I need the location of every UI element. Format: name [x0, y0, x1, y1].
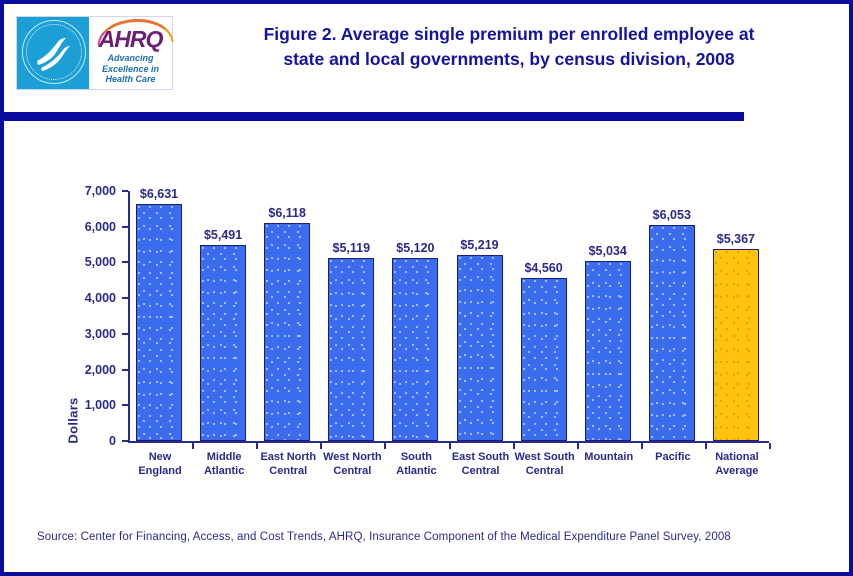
- bar-chart: Dollars 0 1,000 2,000 3,000 4,000 5,000 6,000 7…: [4, 129, 849, 509]
- y-tick-label: 7,000: [84, 184, 116, 198]
- y-tick-label: 3,000: [84, 326, 116, 341]
- x-tick-mark: [448, 443, 451, 449]
- bar-value-label: $5,367: [716, 232, 755, 247]
- plot-area: $6,631 $5,491 $6,118 $5,119 $5,120 $5,219 $4,5…: [128, 187, 769, 441]
- category-label-line: National: [715, 451, 759, 463]
- ahrq-logo: AHRQ Advancing Excellence in Health Care: [16, 16, 174, 90]
- ahrq-tagline: Advancing Excellence in Health Care: [89, 53, 172, 85]
- header-divider-bar: [4, 112, 744, 121]
- ahrq-wordmark-block: AHRQ Advancing Excellence in Health Care: [89, 17, 174, 89]
- bar-value-label: $6,053: [652, 207, 691, 222]
- bar[interactable]: [456, 254, 503, 441]
- bar-slot: $6,118: [256, 191, 320, 441]
- bar-value-label: $5,491: [203, 227, 243, 242]
- bar-slot: $5,491: [192, 191, 256, 441]
- bar-value-label: $6,631: [139, 187, 179, 202]
- bar[interactable]: [136, 204, 182, 441]
- bar[interactable]: [328, 258, 375, 441]
- x-tick-mark: [320, 443, 323, 449]
- x-tick-mark: [769, 443, 771, 449]
- x-tick-mark: [384, 443, 387, 449]
- bar-slot: $5,120: [384, 191, 448, 441]
- x-axis-category-label: National Average: [697, 451, 777, 478]
- bar[interactable]: [200, 244, 247, 441]
- x-tick-mark: [256, 443, 259, 449]
- ahrq-wordmark: AHRQ: [98, 26, 164, 52]
- y-tick-label: 4,000: [84, 291, 116, 306]
- bar[interactable]: [520, 278, 567, 441]
- y-tick-label: 0: [109, 434, 116, 448]
- header: AHRQ Advancing Excellence in Health Care…: [4, 4, 849, 100]
- bar-slot: $5,219: [449, 191, 513, 441]
- bar-slot: $6,053: [641, 191, 705, 441]
- x-tick-mark: [640, 443, 643, 449]
- bar[interactable]: [264, 222, 311, 441]
- source-note: Source: Center for Financing, Access, an…: [37, 531, 731, 543]
- bar-value-label: $6,118: [268, 205, 306, 220]
- category-label-line: Average: [715, 464, 759, 477]
- y-axis-title: Dollars: [65, 397, 81, 444]
- x-tick-mark: [576, 443, 579, 449]
- bar[interactable]: [712, 249, 759, 441]
- hhs-seal-icon: [17, 17, 89, 89]
- figure-title-line1: Figure 2. Average single premium per enr…: [263, 24, 755, 44]
- bar-value-label: $5,219: [460, 237, 499, 252]
- figure-title-line2: state and local governments, by census d…: [283, 49, 735, 69]
- x-tick-mark: [512, 443, 515, 449]
- y-tick-label: 6,000: [84, 219, 116, 234]
- bar-value-label: $4,560: [524, 261, 563, 276]
- bar-slot: $5,034: [577, 191, 641, 441]
- y-tick-label: 1,000: [84, 398, 116, 413]
- x-tick-mark: [704, 443, 707, 449]
- bar-slot: $4,560: [513, 191, 577, 441]
- hhs-bird-icon: [37, 38, 70, 71]
- bar-slot: $5,367: [705, 191, 769, 441]
- bar-value-label: $5,034: [588, 244, 627, 259]
- category-label-line: Central: [525, 464, 564, 477]
- x-tick-mark: [192, 443, 195, 449]
- figure-page: AHRQ Advancing Excellence in Health Care…: [0, 0, 853, 576]
- bar-slot: $5,119: [320, 191, 384, 441]
- bar[interactable]: [392, 258, 439, 441]
- y-tick-label: 2,000: [84, 362, 116, 377]
- ahrq-tagline-line1: Advancing: [107, 53, 154, 63]
- ahrq-tagline-line2: Excellence in: [101, 63, 160, 74]
- figure-title: Figure 2. Average single premium per enr…: [184, 22, 834, 72]
- bar[interactable]: [584, 261, 631, 441]
- y-tick-label: 5,000: [84, 255, 116, 270]
- bar[interactable]: [648, 224, 695, 441]
- ahrq-tagline-line3: Health Care: [105, 74, 156, 84]
